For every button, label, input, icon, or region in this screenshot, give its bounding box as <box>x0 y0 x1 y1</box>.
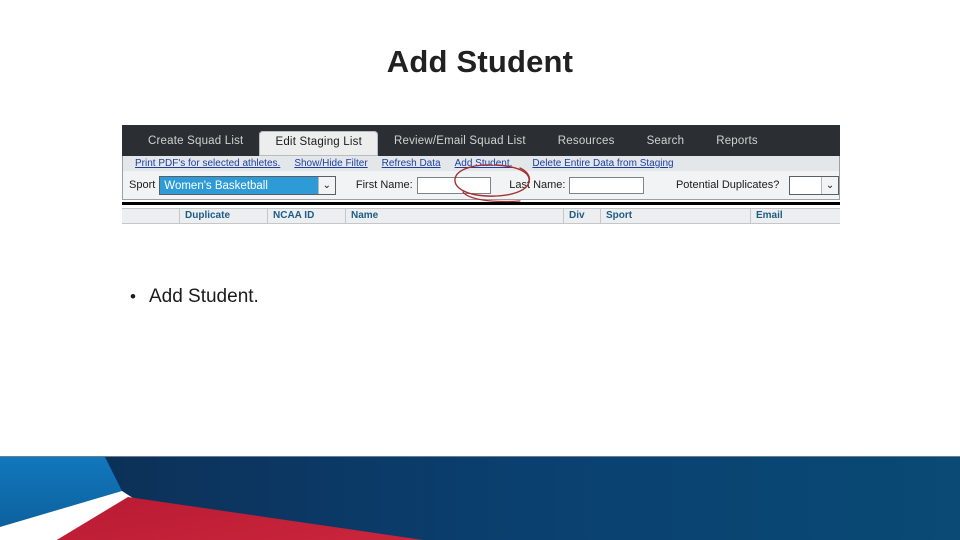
column-header-select[interactable] <box>122 209 179 223</box>
last-name-input[interactable] <box>569 176 644 194</box>
toolbar-link-delete-entire-data[interactable]: Delete Entire Data from Staging <box>532 158 673 169</box>
divider <box>122 202 840 205</box>
toolbar-link-show-hide-filter[interactable]: Show/Hide Filter <box>294 158 367 169</box>
nav-item-reports[interactable]: Reports <box>700 135 774 156</box>
filter-form-row: Sport Women's Basketball ⌄ First Name: L… <box>122 171 840 200</box>
footer-graphic <box>0 457 960 540</box>
nav-item-edit-staging-list[interactable]: Edit Staging List <box>259 131 378 156</box>
bullet-marker: • <box>130 287 136 306</box>
bullet-list-item: • Add Student. <box>130 286 259 308</box>
nav-item-create-squad-list[interactable]: Create Squad List <box>132 135 259 156</box>
column-header-sport[interactable]: Sport <box>600 209 750 223</box>
page-title: Add Student <box>386 44 574 79</box>
nav-item-search[interactable]: Search <box>631 135 701 156</box>
toolbar-link-refresh-data[interactable]: Refresh Data <box>382 158 441 169</box>
last-name-label: Last Name: <box>509 179 566 191</box>
app-screenshot: Create Squad List Edit Staging List Revi… <box>122 125 840 224</box>
nav-item-review-email-squad-list[interactable]: Review/Email Squad List <box>378 135 542 156</box>
app-toolbar: Print PDF's for selected athletes. Show/… <box>122 156 840 171</box>
toolbar-link-add-student[interactable]: Add Student. <box>455 158 513 169</box>
potential-duplicates-label: Potential Duplicates? <box>675 179 780 191</box>
potential-duplicates-select[interactable]: ⌄ <box>789 175 840 195</box>
sport-select[interactable]: Women's Basketball ⌄ <box>159 175 336 195</box>
nav-item-resources[interactable]: Resources <box>542 135 631 156</box>
column-header-ncaa-id[interactable]: NCAA ID <box>267 209 345 223</box>
toolbar-link-print-pdfs[interactable]: Print PDF's for selected athletes. <box>135 158 280 169</box>
first-name-input[interactable] <box>416 176 492 194</box>
sport-select-value: Women's Basketball <box>160 176 318 194</box>
results-table-header: Duplicate NCAA ID Name Div Sport Email <box>122 208 840 224</box>
chevron-down-icon: ⌄ <box>317 176 335 194</box>
column-header-div[interactable]: Div <box>563 209 600 223</box>
chevron-down-icon: ⌄ <box>821 176 839 194</box>
app-navbar: Create Squad List Edit Staging List Revi… <box>122 125 840 156</box>
sport-label: Sport <box>129 179 156 191</box>
footer-decoration <box>0 456 960 540</box>
column-header-name[interactable]: Name <box>345 209 563 223</box>
column-header-email[interactable]: Email <box>750 209 839 223</box>
bullet-text: Add Student. <box>148 286 259 307</box>
first-name-label: First Name: <box>355 179 413 191</box>
column-header-duplicate[interactable]: Duplicate <box>179 209 267 223</box>
